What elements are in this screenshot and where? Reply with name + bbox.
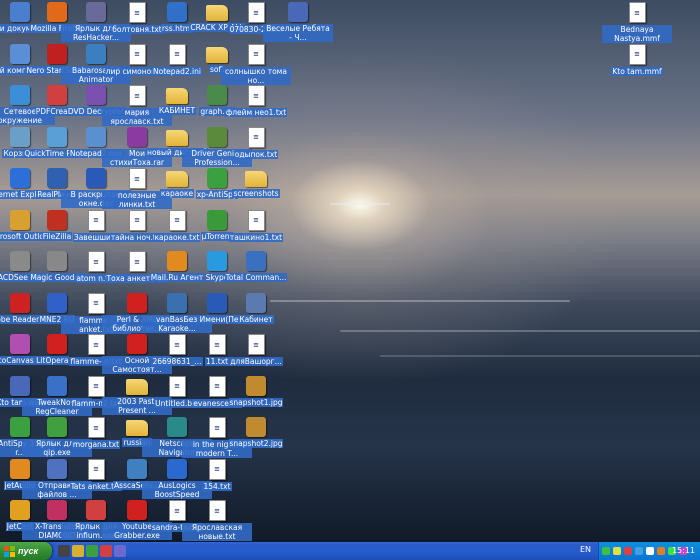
system-tray: 15:11 — [598, 542, 700, 560]
desktop-icon-label: screenshots — [232, 189, 280, 198]
desktop-icon-label: Веселые Ребята - Ч... — [263, 24, 333, 42]
desktop-icon[interactable]: snapshot1.jpg — [221, 375, 291, 418]
desktop-icon-label: одыпок.txt — [233, 149, 279, 159]
text-file-icon: ≡ — [247, 126, 265, 148]
desktop-icon[interactable]: ≡ Ярославская новые.txt — [182, 500, 252, 542]
start-button[interactable]: пуск — [0, 542, 52, 560]
desktop-icon[interactable]: ≡ солнышко тома но... — [221, 43, 291, 86]
desktop-icon-label: Total Comman... — [224, 273, 288, 282]
tray-icon[interactable] — [602, 547, 610, 555]
desktop-icon[interactable]: ≡ флейм нео1.txt — [221, 85, 291, 127]
text-file-icon: ≡ — [247, 2, 265, 23]
desktop-icon-label: флейм нео1.txt — [224, 108, 288, 117]
language-indicator[interactable]: EN — [580, 545, 591, 554]
cabinet-icon — [246, 292, 266, 313]
desktop-icon-label: солнышко тома но... — [221, 66, 291, 85]
mmf-file-icon: ≡ — [628, 2, 646, 23]
text-file-icon: ≡ — [247, 43, 265, 65]
text-file-icon: ≡ — [208, 500, 226, 521]
quick-launch-icon[interactable] — [114, 545, 126, 557]
desktop-icon-label: Ярославская новые.txt — [182, 523, 252, 541]
quick-launch-icon[interactable] — [72, 545, 84, 557]
quick-launch-icon[interactable] — [86, 545, 98, 557]
jpg-image-icon — [246, 375, 266, 396]
desktop-icon-label: Kto tam.mmf — [611, 66, 663, 76]
desktop-icon-label: дляВашорг... — [229, 357, 283, 366]
desktop-icon[interactable]: Веселые Ребята - Ч... — [263, 2, 333, 44]
taskbar: пуск EN 15:11 — [0, 542, 700, 560]
quick-launch — [58, 545, 126, 557]
quick-launch-icon[interactable] — [100, 545, 112, 557]
desktop-icon-label: snapshot2.jpg — [228, 439, 284, 448]
desktop-icon[interactable]: ≡ одыпок.txt — [221, 126, 291, 169]
tray-icon[interactable] — [646, 547, 654, 555]
desktop-icon-label: Bednaya Nastya.mmf — [602, 25, 672, 43]
text-file-icon: ≡ — [247, 209, 265, 231]
desktop-icon[interactable]: Кабинет — [221, 292, 291, 335]
water-reflection-streak — [270, 300, 570, 302]
tray-icon[interactable] — [635, 547, 643, 555]
desktop-icon-label: ташкино1.txt — [228, 232, 284, 242]
desktop-icon[interactable]: ≡ 154.txt — [182, 458, 252, 501]
mmf-file-icon: ≡ — [628, 43, 646, 65]
desktop-icon[interactable]: Total Comman... — [221, 251, 291, 293]
desktop-icon[interactable]: ≡ дляВашорг... — [221, 334, 291, 376]
clock: 15:11 — [671, 546, 695, 555]
text-file-icon: ≡ — [247, 85, 265, 106]
desktop-icon[interactable]: ≡ Bednaya Nastya.mmf — [602, 2, 672, 44]
desktop-icon-label: snapshot1.jpg — [228, 397, 284, 407]
text-file-icon: ≡ — [247, 334, 265, 355]
tray-icon[interactable] — [624, 547, 632, 555]
total-commander-icon — [246, 251, 266, 271]
desktop-icon[interactable]: ≡ ташкино1.txt — [221, 209, 291, 252]
folder-icon — [245, 171, 267, 187]
tray-icon[interactable] — [657, 547, 665, 555]
desktop-icon[interactable]: screenshots — [221, 168, 291, 210]
audio-file-icon — [288, 2, 308, 22]
desktop-icon-label: 154.txt — [202, 481, 232, 491]
water-reflection-streak — [380, 355, 700, 357]
quick-launch-icon[interactable] — [58, 545, 70, 557]
text-file-icon: ≡ — [208, 458, 226, 480]
water-reflection-streak — [340, 330, 700, 332]
tray-icon[interactable] — [613, 547, 621, 555]
desktop-icon-label: Кабинет — [238, 314, 274, 324]
windows-flag-icon — [4, 545, 15, 557]
desktop: Мои документыМой компьютерСетевое окруже… — [0, 0, 700, 542]
start-label: пуск — [18, 546, 39, 556]
desktop-icon[interactable]: ≡ Kto tam.mmf — [602, 43, 672, 86]
sun-glare-streak — [330, 203, 390, 205]
desktop-icon[interactable]: snapshot2.jpg — [221, 417, 291, 459]
jpg-image-icon — [246, 417, 266, 437]
